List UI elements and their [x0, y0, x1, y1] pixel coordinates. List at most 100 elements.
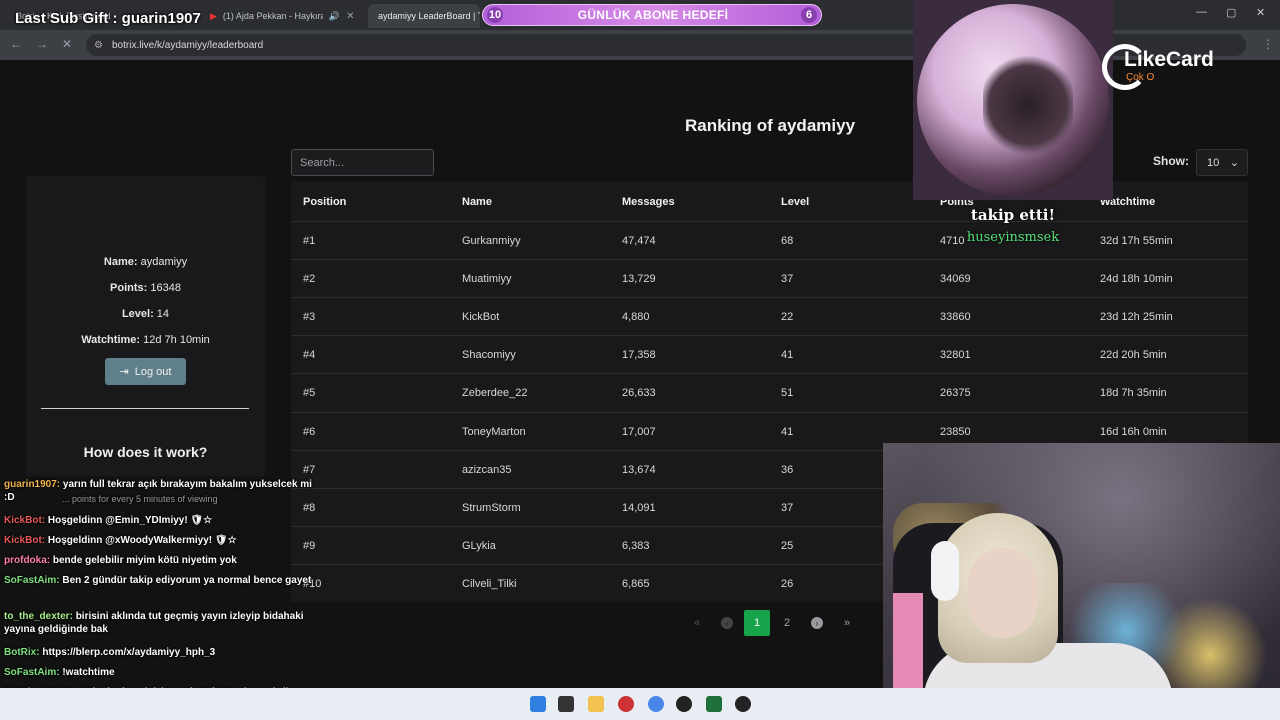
chat-username[interactable]: to_the_dexter:	[4, 611, 73, 622]
chat-message: BotRix: https://blerp.com/x/aydamiyy_hph…	[4, 646, 324, 659]
goal-current: 10	[487, 7, 503, 23]
forward-icon[interactable]: →	[36, 37, 48, 51]
sponsor-logo: LikeCard Çok O	[1102, 44, 1262, 94]
chrome-icon[interactable]	[648, 696, 664, 712]
page-title: Ranking of aydamiyy	[684, 116, 856, 135]
screen: Botrix - Kick Dashboard ▶ (1) Ajda Pekka…	[0, 0, 1280, 720]
table-cell: #2	[303, 273, 316, 286]
search-input[interactable]	[291, 149, 434, 176]
chat-message: KickBot: Hoşgeldinn @Emin_YDImiyy! 🛡☆	[4, 514, 324, 527]
app-g-icon[interactable]	[676, 696, 692, 712]
sub-goal-bar: GÜNLÜK ABONE HEDEFİ 10 6	[482, 4, 822, 26]
chat-message: to_the_dexter: birisini aklında tut geçm…	[4, 610, 324, 636]
site-info-icon[interactable]: ⚙	[94, 40, 103, 51]
header-level[interactable]: Level	[781, 196, 809, 208]
table-cell: ToneyMarton	[462, 425, 526, 438]
close-window-icon[interactable]: ✕	[1256, 6, 1265, 19]
table-cell: 32d 17h 55min	[1100, 235, 1173, 247]
chat-username[interactable]: guarin1907:	[4, 479, 60, 490]
table-cell: 47,474	[622, 235, 656, 247]
chat-username[interactable]: KickBot:	[4, 515, 45, 526]
chat-username[interactable]: SoFastAim:	[4, 575, 60, 586]
close-icon[interactable]: ✕	[346, 11, 354, 22]
table-cell: 24d 18h 10min	[1100, 273, 1173, 286]
table-cell: #6	[303, 425, 316, 438]
chat-text: https://blerp.com/x/aydamiyy_hph_3	[42, 647, 216, 658]
app-icon[interactable]	[618, 696, 634, 712]
table-cell: StrumStorm	[462, 501, 521, 514]
chevron-down-icon: ⌄	[1229, 157, 1239, 169]
maximize-icon[interactable]: ▢	[1226, 6, 1236, 19]
back-icon[interactable]: ←	[10, 37, 22, 51]
last-page-button[interactable]: »	[834, 610, 860, 636]
first-page-button[interactable]: «	[684, 610, 710, 636]
logout-button[interactable]: ⇥ Log out	[105, 358, 186, 385]
chat-username[interactable]: SoFastAim:	[4, 667, 60, 678]
folder-icon[interactable]	[588, 696, 604, 712]
show-select[interactable]: 10 ⌄	[1196, 149, 1248, 176]
tab-ajda-pekkan[interactable]: ▶ (1) Ajda Pekkan - Haykıracak Nefesim 🔊…	[200, 4, 365, 28]
table-cell: #1	[303, 235, 316, 247]
table-cell: 6,383	[622, 539, 650, 552]
table-cell: 33860	[940, 311, 971, 324]
table-row: #2 Muatimiyy 13,729 37 34069 24d 18h 10min	[291, 259, 1248, 297]
table-cell: Zeberdee_22	[462, 387, 528, 400]
table-cell: 41	[781, 425, 794, 438]
chat-username[interactable]: KickBot:	[4, 535, 45, 546]
table-cell: 22	[781, 311, 794, 324]
divider	[41, 408, 249, 409]
tab-favicon-icon: ▶	[210, 10, 217, 21]
table-cell: Gurkanmiyy	[462, 235, 521, 247]
show-label: Show:	[1153, 154, 1189, 168]
chat-text: !watchtime	[62, 667, 115, 678]
table-cell: #3	[303, 311, 316, 324]
webcam-feed	[883, 443, 1280, 720]
page-2-button[interactable]: 2	[774, 610, 800, 636]
table-cell: 13,729	[622, 273, 656, 286]
prev-page-button[interactable]: ‹	[714, 610, 740, 636]
terminal-icon[interactable]	[558, 696, 574, 712]
follow-alert-user: huseyinsmsek	[966, 230, 1060, 245]
table-cell: 26,633	[622, 387, 656, 400]
table-cell: 17,358	[622, 349, 656, 362]
minimize-icon[interactable]: —	[1196, 6, 1207, 18]
table-cell: 13,674	[622, 463, 656, 476]
menu-icon[interactable]: ⋮	[1262, 37, 1274, 51]
table-cell: 22d 20h 5min	[1100, 349, 1167, 362]
chat-text: Hoşgeldinn @xWoodyWalkermiyy! 🛡☆	[47, 535, 237, 546]
table-cell: 68	[781, 235, 794, 247]
page-1-button[interactable]: 1	[744, 610, 770, 636]
header-name[interactable]: Name	[462, 196, 492, 208]
goal-label: GÜNLÜK ABONE HEDEFİ	[577, 8, 729, 22]
table-cell: 41	[781, 349, 794, 362]
chat-username[interactable]: BotRix:	[4, 647, 40, 658]
table-row: #3 KickBot 4,880 22 33860 23d 12h 25min	[291, 297, 1248, 335]
url-text: botrix.live/k/aydamiyy/leaderboard	[112, 39, 264, 51]
goal-target: 6	[801, 7, 817, 23]
chat-text: Hoşgeldinn @Emin_YDImiyy! 🛡☆	[47, 515, 213, 526]
app-green-icon[interactable]	[706, 696, 722, 712]
chat-message: SoFastAim: !watchtime	[4, 666, 324, 679]
start-icon[interactable]	[530, 696, 546, 712]
table-cell: Cilveli_Tilki	[462, 577, 517, 590]
table-cell: 18d 7h 35min	[1100, 387, 1167, 400]
table-cell: 23d 12h 25min	[1100, 311, 1173, 324]
next-page-button[interactable]: ›	[804, 610, 830, 636]
chat-message: KickBot: Hoşgeldinn @xWoodyWalkermiyy! 🛡…	[4, 534, 324, 547]
chat-message: SoFastAim: Ben 2 gündür takip ediyorum y…	[4, 574, 324, 587]
table-cell: 34069	[940, 273, 971, 286]
header-position[interactable]: Position	[303, 196, 346, 208]
app-g2-icon[interactable]	[735, 696, 751, 712]
sponsor-name: LikeCard	[1124, 48, 1214, 71]
table-cell: 37	[781, 273, 794, 286]
chat-username[interactable]: profdoka:	[4, 555, 50, 566]
stop-icon[interactable]: ✕	[62, 37, 72, 51]
table-cell: 26	[781, 577, 794, 590]
profile-level: Level: 14	[121, 308, 170, 320]
table-row: #1 Gurkanmiyy 47,474 68 4710 32d 17h 55min	[291, 221, 1248, 259]
header-messages[interactable]: Messages	[622, 196, 675, 208]
table-cell: KickBot	[462, 311, 500, 324]
logout-icon: ⇥	[119, 366, 129, 378]
tab-leaderboard[interactable]: aydamiyy LeaderBoard | T	[368, 4, 480, 28]
table-cell: Shacomiyy	[462, 349, 516, 362]
